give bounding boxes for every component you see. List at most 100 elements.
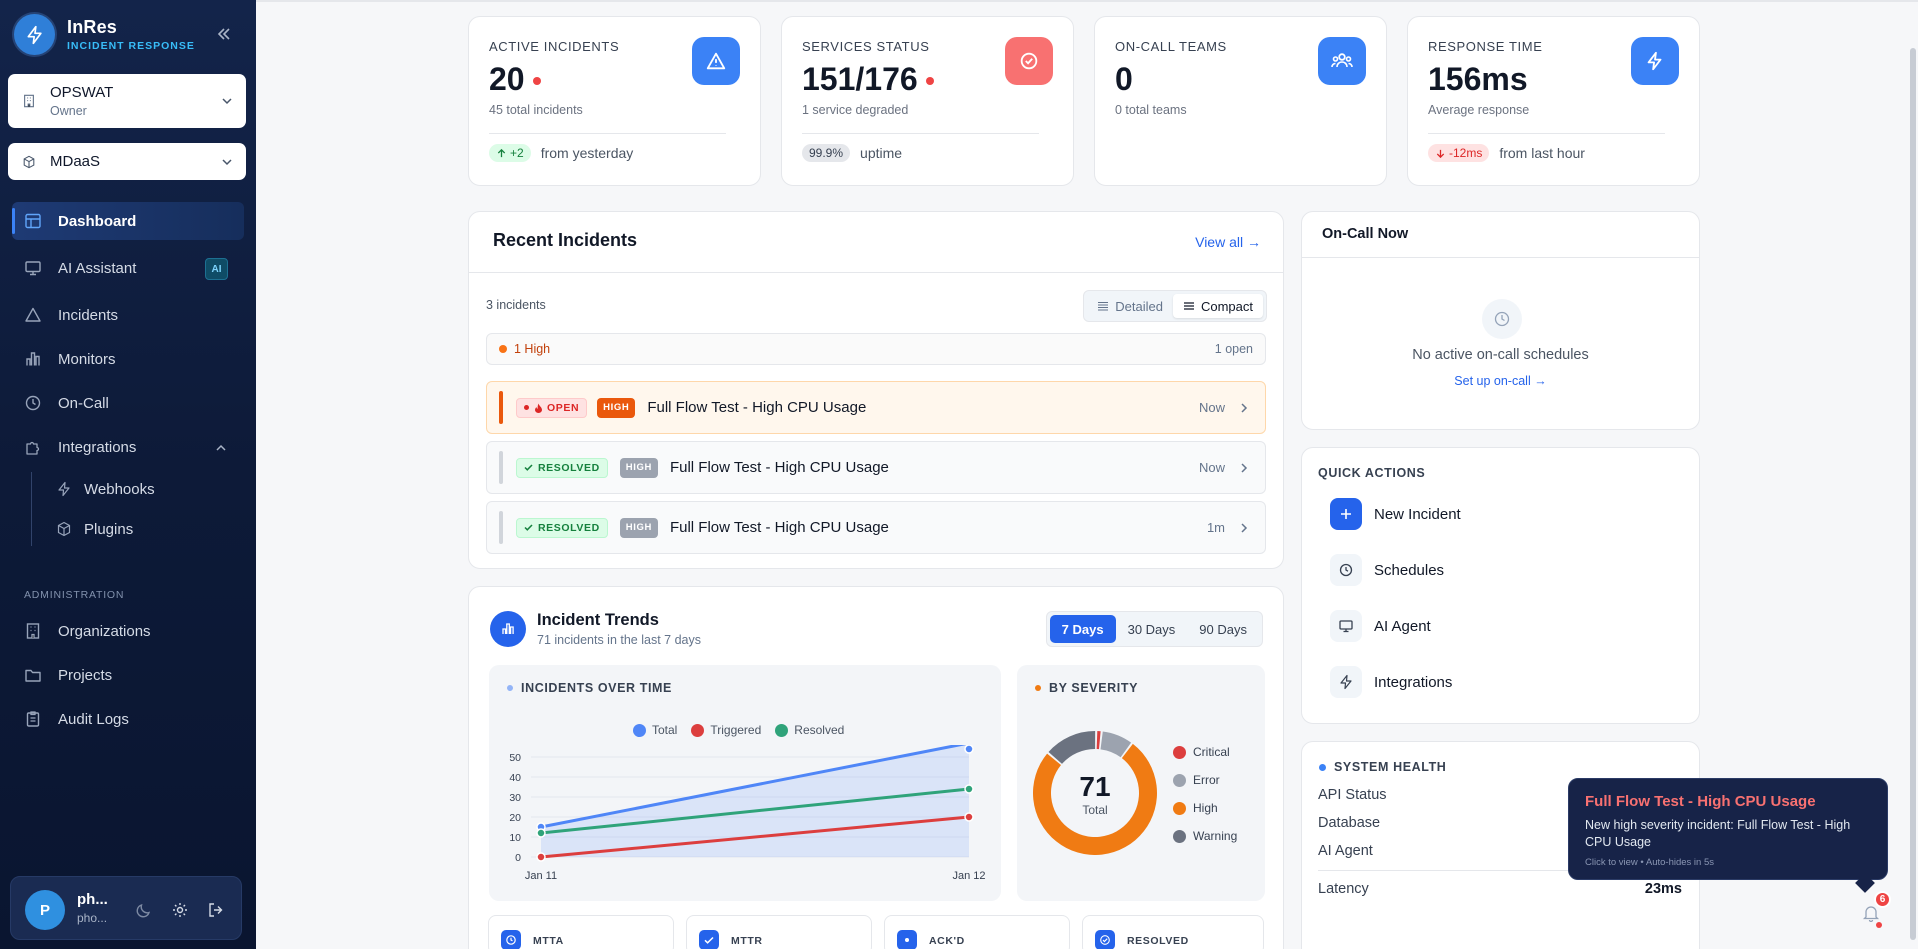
moon-icon[interactable] <box>135 901 153 919</box>
data-point-resolved[interactable] <box>536 828 546 838</box>
severity-badge: HIGH <box>597 397 636 418</box>
sidebar-item-plugins[interactable]: Plugins <box>56 513 133 545</box>
sidebar-item-webhooks[interactable]: Webhooks <box>56 473 155 505</box>
divider <box>802 133 1039 134</box>
stat-footer: -12ms from last hour <box>1428 144 1585 162</box>
sidebar-item-dashboard[interactable]: Dashboard <box>12 202 244 240</box>
severity-bar <box>499 451 503 484</box>
chevron-down-icon <box>222 98 232 105</box>
data-point-triggered[interactable] <box>964 812 974 822</box>
list-icon <box>1098 301 1109 311</box>
new-incident-button[interactable]: New Incident <box>1330 498 1461 530</box>
stat-subtext: 0 total teams <box>1115 103 1187 117</box>
metric-card-mttr[interactable]: MTTR <box>686 915 872 949</box>
by-severity-panel: BY SEVERITY 71 Total Critical Error High… <box>1017 665 1265 901</box>
view-all-link[interactable]: View all → <box>1195 234 1261 250</box>
sidebar-item-integrations[interactable]: Integrations <box>12 428 244 466</box>
integrations-button[interactable]: Integrations <box>1330 666 1452 698</box>
panel-dot <box>507 685 513 691</box>
y-tick-label: 50 <box>509 752 521 764</box>
severity-group-high[interactable]: 1 High 1 open <box>486 333 1266 365</box>
legend-resolved[interactable]: Resolved <box>775 723 844 737</box>
avatar[interactable]: P <box>25 890 65 930</box>
data-point-resolved[interactable] <box>964 784 974 794</box>
notification-toast[interactable]: Full Flow Test - High CPU Usage New high… <box>1568 778 1888 880</box>
x-tick-label: Jan 11 <box>525 870 557 882</box>
stat-card-response-time[interactable]: RESPONSE TIME 156ms Average response -12… <box>1407 16 1700 186</box>
tab-90-days[interactable]: 90 Days <box>1187 615 1259 643</box>
group-label: 1 High <box>514 342 551 356</box>
notification-dot <box>1876 922 1882 928</box>
trend-up-badge: +2 <box>489 144 531 162</box>
project-selector[interactable]: MDaaS <box>8 143 246 180</box>
stat-card-oncall-teams[interactable]: ON-CALL TEAMS 0 0 total teams <box>1094 16 1387 186</box>
donut-total-label: Total <box>1082 803 1108 817</box>
stat-footer: 99.9% uptime <box>802 144 902 162</box>
view-compact-button[interactable]: Compact <box>1172 294 1263 318</box>
sidebar-item-incidents[interactable]: Incidents <box>12 296 244 334</box>
legend-high[interactable]: High <box>1173 801 1218 815</box>
stat-card-services-status[interactable]: SERVICES STATUS 151/176 1 service degrad… <box>781 16 1074 186</box>
check-icon <box>524 464 533 471</box>
oncall-title: On-Call Now <box>1322 226 1409 242</box>
user-name: ph... <box>77 891 108 908</box>
tab-30-days[interactable]: 30 Days <box>1116 615 1188 643</box>
sidebar-item-projects[interactable]: Projects <box>12 656 244 694</box>
x-tick-label: Jan 12 <box>952 870 985 882</box>
stat-card-active-incidents[interactable]: ACTIVE INCIDENTS 20 45 total incidents +… <box>468 16 761 186</box>
donut-slice-critical[interactable] <box>1096 731 1101 750</box>
legend-triggered[interactable]: Triggered <box>691 723 761 737</box>
building-icon <box>24 94 34 108</box>
metric-card-resolved[interactable]: RESOLVED <box>1082 915 1264 949</box>
gear-icon[interactable] <box>171 901 189 919</box>
metric-card-ackd[interactable]: ACK'D <box>884 915 1070 949</box>
incident-row[interactable]: RESOLVED HIGH Full Flow Test - High CPU … <box>486 441 1266 494</box>
logout-icon[interactable] <box>207 901 225 919</box>
sidebar-item-audit-logs[interactable]: Audit Logs <box>12 700 244 738</box>
legend-error[interactable]: Error <box>1173 773 1220 787</box>
range-tabs: 7 Days 30 Days 90 Days <box>1045 611 1263 647</box>
setup-oncall-link[interactable]: Set up on-call → <box>1454 374 1546 388</box>
double-chevron-left-icon <box>217 28 230 40</box>
divider <box>1302 257 1699 258</box>
cube-icon <box>56 521 72 537</box>
sidebar-item-oncall[interactable]: On-Call <box>12 384 244 422</box>
sidebar-item-label: Plugins <box>84 520 134 538</box>
stat-subtext: 1 service degraded <box>802 103 909 117</box>
sidebar-item-label: AI Assistant <box>58 259 137 277</box>
health-row-api: API Status <box>1318 787 1387 803</box>
metric-card-mtta[interactable]: MTTA <box>488 915 674 949</box>
check-icon <box>699 930 719 949</box>
incident-row[interactable]: OPEN HIGH Full Flow Test - High CPU Usag… <box>486 381 1266 434</box>
y-tick-label: 10 <box>509 832 521 844</box>
stat-label: ACTIVE INCIDENTS <box>489 39 620 54</box>
data-point-total[interactable] <box>964 745 974 754</box>
stat-subtext: Average response <box>1428 103 1530 117</box>
incident-row[interactable]: RESOLVED HIGH Full Flow Test - High CPU … <box>486 501 1266 554</box>
system-health-label: SYSTEM HEALTH <box>1334 760 1447 774</box>
chevron-right-icon <box>1241 402 1248 413</box>
tab-7-days[interactable]: 7 Days <box>1049 615 1116 643</box>
collapse-sidebar-button[interactable] <box>214 24 234 44</box>
health-row-ai-agent: AI Agent <box>1318 843 1373 859</box>
ai-agent-button[interactable]: AI Agent <box>1330 610 1431 642</box>
sidebar-item-organizations[interactable]: Organizations <box>12 612 244 650</box>
legend-critical[interactable]: Critical <box>1173 745 1230 759</box>
view-detailed-button[interactable]: Detailed <box>1087 294 1173 318</box>
y-tick-label: 30 <box>509 792 521 804</box>
scrollbar[interactable] <box>1910 48 1916 940</box>
donut-slice-warning[interactable] <box>1048 731 1096 764</box>
sidebar-item-monitors[interactable]: Monitors <box>12 340 244 378</box>
schedules-button[interactable]: Schedules <box>1330 554 1444 586</box>
lightning-icon <box>1330 666 1362 698</box>
organization-selector[interactable]: OPSWAT Owner <box>8 74 246 128</box>
incident-title: Full Flow Test - High CPU Usage <box>669 459 889 476</box>
sidebar-item-ai-assistant[interactable]: AI Assistant AI <box>12 249 244 287</box>
view-mode-toggle: Detailed Compact <box>1083 290 1267 322</box>
data-point-triggered[interactable] <box>536 852 546 862</box>
severity-bar <box>499 391 503 424</box>
user-email: pho... <box>77 911 108 925</box>
chevron-right-icon <box>1241 522 1248 533</box>
legend-warning[interactable]: Warning <box>1173 829 1237 843</box>
legend-total[interactable]: Total <box>633 723 677 737</box>
